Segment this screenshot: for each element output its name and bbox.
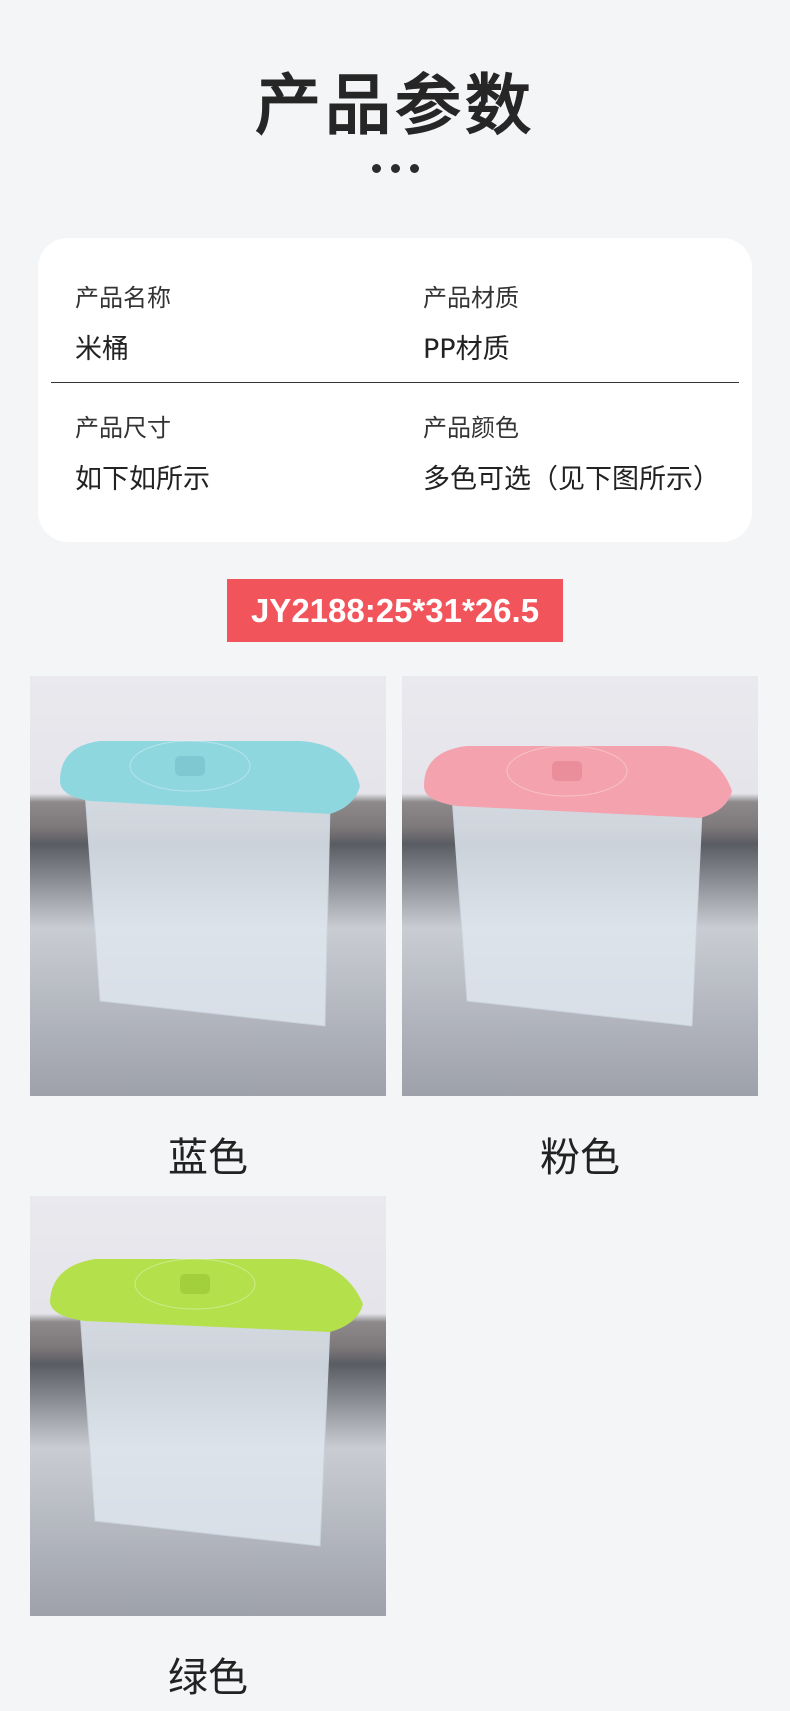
dot	[371, 164, 381, 173]
spec-size: 产品尺寸 如下如所示	[75, 408, 210, 496]
spec-label: 产品材质	[423, 284, 519, 312]
spec-value: 米桶	[75, 334, 129, 365]
spec-label: 产品尺寸	[75, 414, 171, 442]
spec-label: 产品颜色	[423, 414, 519, 442]
spec-name: 产品名称 米桶	[75, 278, 171, 366]
product-photo-blue	[30, 676, 386, 1096]
spec-value: 多色可选（见下图所示）	[423, 464, 720, 495]
product-photo-green	[30, 1196, 386, 1616]
product-caption: 粉色	[540, 1135, 620, 1181]
spec-value: 如下如所示	[75, 464, 210, 495]
model-size-tag: JY2188:25*31*26.5	[227, 579, 563, 642]
spec-divider	[51, 382, 739, 383]
spec-card: 产品名称 米桶 产品材质 PP材质 产品尺寸 如下如所示 产品颜色 多色可选（见…	[38, 238, 752, 542]
spec-value: PP材质	[423, 334, 510, 365]
spec-label: 产品名称	[75, 284, 171, 312]
product-caption: 蓝色	[168, 1135, 248, 1181]
page-title: 产品参数	[255, 67, 535, 144]
spec-material: 产品材质 PP材质	[423, 278, 519, 366]
dot	[409, 164, 419, 173]
product-caption: 绿色	[168, 1655, 248, 1701]
dot	[390, 164, 400, 173]
spec-color: 产品颜色 多色可选（见下图所示）	[423, 408, 720, 496]
title-dots-divider	[0, 164, 790, 173]
product-photo-pink	[402, 676, 758, 1096]
